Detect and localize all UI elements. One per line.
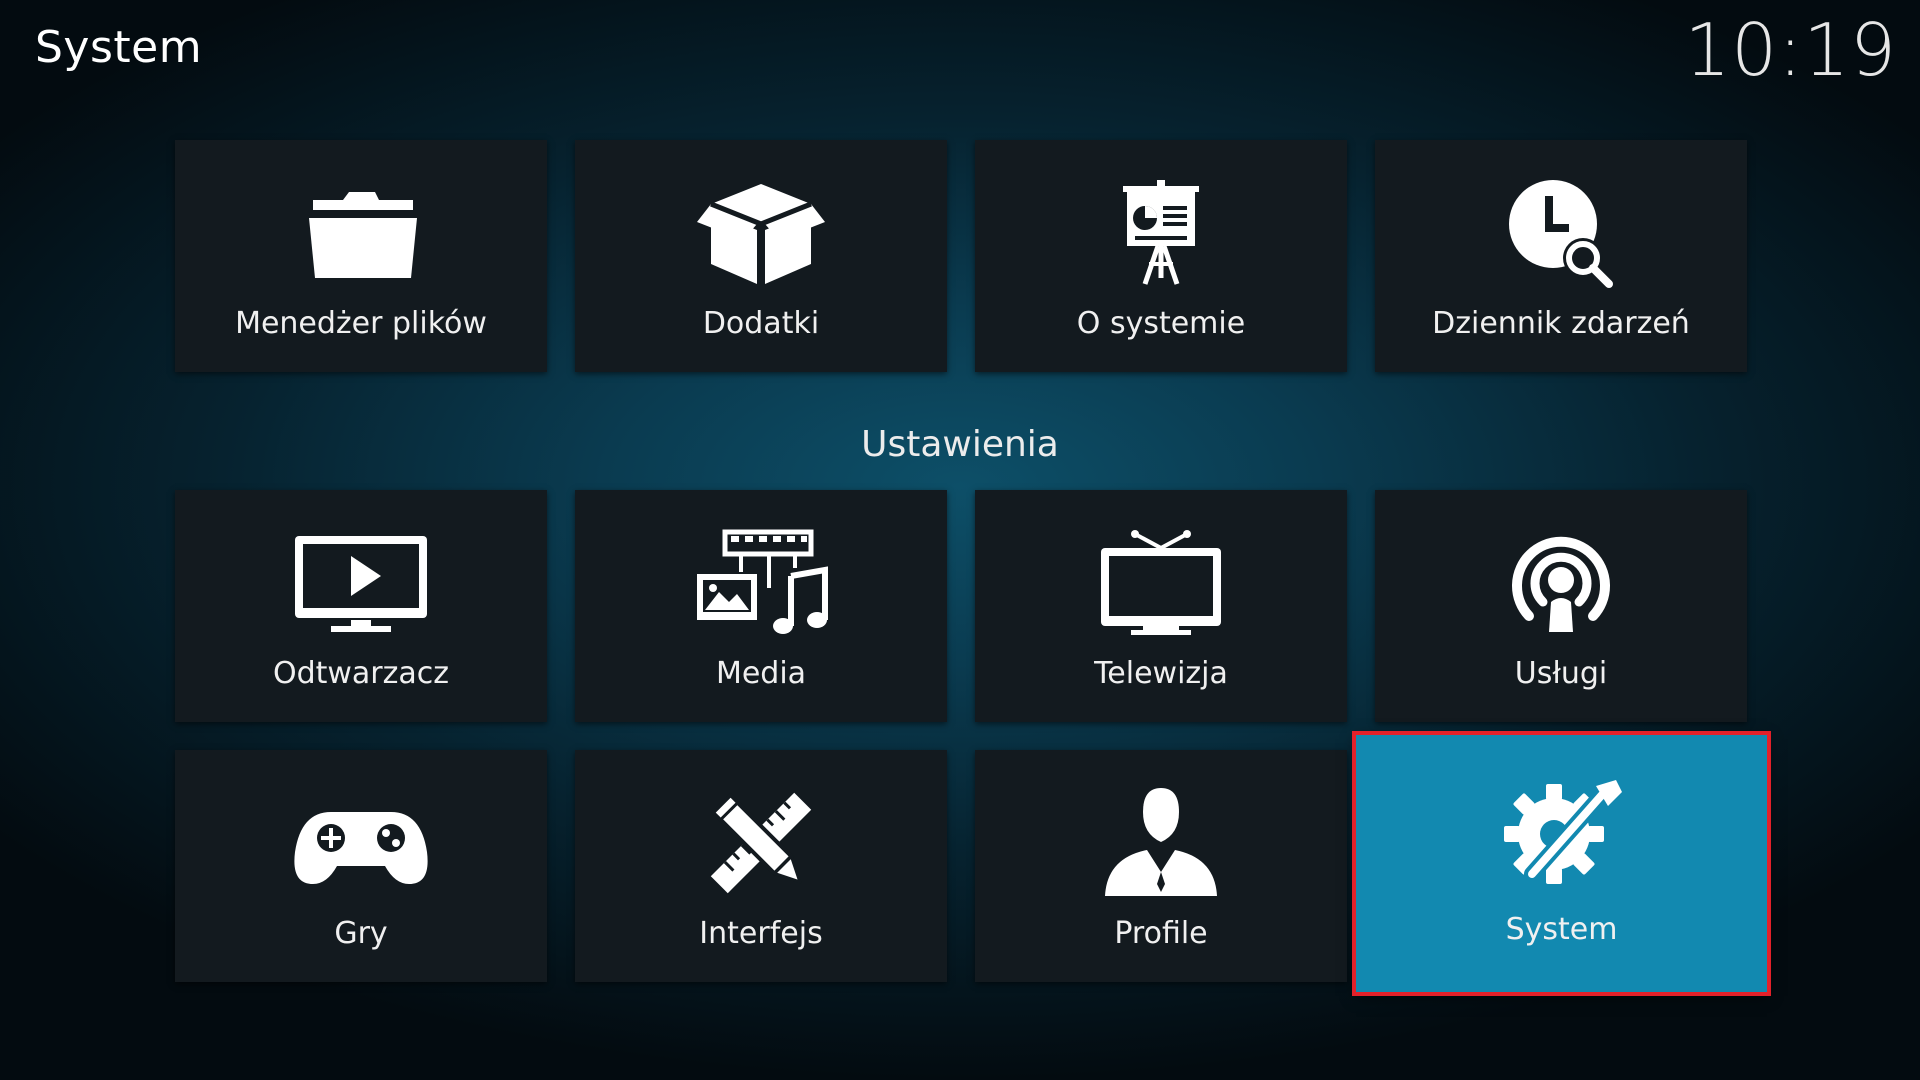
- tile-label: System: [1505, 912, 1618, 947]
- tv-icon: [1086, 525, 1236, 640]
- tile-label: Dodatki: [702, 306, 820, 341]
- tile-label: Menedżer plików: [235, 306, 487, 341]
- tile-profiles[interactable]: Profile: [975, 750, 1347, 982]
- user-silhouette-icon: [1086, 785, 1236, 900]
- tile-system-settings[interactable]: System: [1352, 731, 1771, 996]
- media-icon: [686, 525, 836, 640]
- presentation-board-icon: [1086, 175, 1236, 290]
- tile-label: O systemie: [1076, 306, 1246, 341]
- tile-tv[interactable]: Telewizja: [975, 490, 1347, 722]
- tile-label: Telewizja: [1094, 656, 1228, 691]
- tile-file-manager[interactable]: Menedżer plików: [175, 140, 547, 372]
- tile-label: Odtwarzacz: [272, 656, 450, 691]
- section-title: Ustawienia: [861, 424, 1059, 465]
- tile-label: Profile: [1114, 916, 1208, 951]
- tile-services[interactable]: Usługi: [1375, 490, 1747, 722]
- tile-label: Dziennik zdarzeń: [1432, 306, 1690, 341]
- clock-search-icon: [1486, 175, 1636, 290]
- tile-media[interactable]: Media: [575, 490, 947, 722]
- gamepad-icon: [286, 785, 436, 900]
- open-box-icon: [686, 175, 836, 290]
- monitor-play-icon: [286, 525, 436, 640]
- gear-screwdriver-icon: [1487, 773, 1637, 888]
- folder-icon: [286, 175, 436, 290]
- tile-label: Media: [715, 656, 807, 691]
- clock: 10:19: [1684, 8, 1897, 92]
- tile-interface[interactable]: Interfejs: [575, 750, 947, 982]
- tile-label: Gry: [334, 916, 388, 951]
- tile-player[interactable]: Odtwarzacz: [175, 490, 547, 722]
- tile-system-info[interactable]: O systemie: [975, 140, 1347, 372]
- page-title: System: [35, 22, 203, 73]
- tile-games[interactable]: Gry: [175, 750, 547, 982]
- broadcast-icon: [1486, 525, 1636, 640]
- tile-event-log[interactable]: Dziennik zdarzeń: [1375, 140, 1747, 372]
- pencil-ruler-icon: [686, 785, 836, 900]
- tile-label: Interfejs: [699, 916, 823, 951]
- tile-addons[interactable]: Dodatki: [575, 140, 947, 372]
- tile-label: Usługi: [1514, 656, 1608, 691]
